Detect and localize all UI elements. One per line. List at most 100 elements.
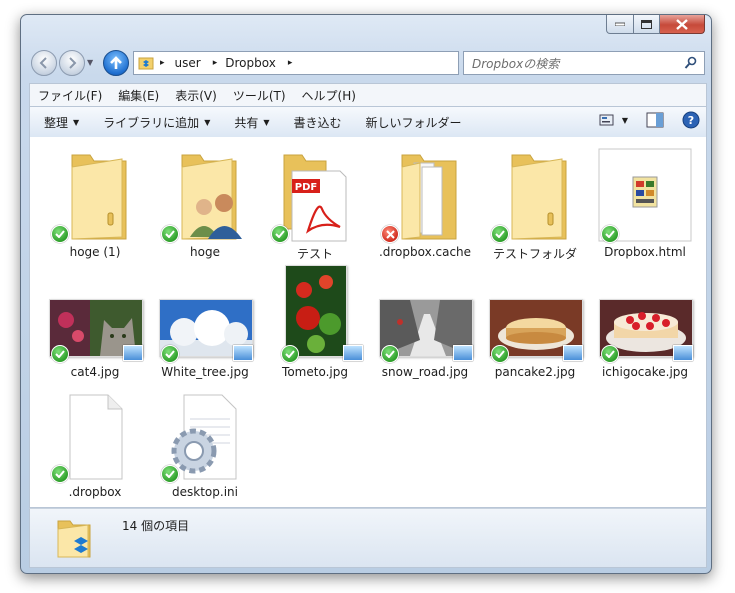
- svg-text:PDF: PDF: [295, 182, 317, 193]
- file-item[interactable]: desktop.ini: [150, 385, 260, 505]
- preview-pane-icon[interactable]: [646, 112, 664, 128]
- thumbnail: [595, 265, 695, 363]
- file-name: テストフォルダ: [492, 247, 577, 261]
- sync-ok-icon: [51, 345, 69, 363]
- breadcrumb-dropbox[interactable]: Dropbox: [225, 56, 276, 70]
- burn-button[interactable]: 書き込む: [286, 114, 350, 131]
- file-name: desktop.ini: [172, 485, 238, 499]
- file-name: テスト: [296, 247, 333, 261]
- forward-arrow-icon: [69, 57, 77, 69]
- dropbox-location-icon: [138, 57, 154, 70]
- help-icon[interactable]: ?: [682, 111, 700, 129]
- view-options-icon[interactable]: [598, 112, 616, 128]
- thumbnail: [375, 145, 475, 243]
- file-name: hoge (1): [69, 245, 121, 259]
- menu-tools[interactable]: ツール(T): [225, 87, 294, 104]
- share-button[interactable]: 共有 ▼: [226, 114, 277, 131]
- up-button[interactable]: [103, 50, 129, 76]
- file-item[interactable]: Dropbox.html: [590, 145, 700, 265]
- thumbnail: [155, 385, 255, 483]
- maximize-button[interactable]: [634, 15, 660, 34]
- svg-text:?: ?: [688, 114, 694, 127]
- close-button[interactable]: [660, 15, 705, 34]
- thumbnail: [375, 265, 475, 363]
- file-name: pancake2.jpg: [494, 365, 576, 379]
- sync-ok-icon: [161, 465, 179, 483]
- menu-help[interactable]: ヘルプ(H): [294, 87, 364, 104]
- breadcrumb-separator: ▸: [212, 58, 218, 68]
- file-item[interactable]: PDF テスト: [260, 145, 370, 265]
- dropdown-caret-icon: ▼: [204, 117, 211, 127]
- file-name: ichigocake.jpg: [601, 365, 689, 379]
- toolbar-right: ▼ ?: [598, 111, 700, 129]
- item-count: 14 個の項目: [122, 519, 190, 533]
- menu-bar: ファイル(F) 編集(E) 表示(V) ツール(T) ヘルプ(H): [29, 83, 707, 107]
- file-name: hoge: [190, 245, 220, 259]
- new-folder-button[interactable]: 新しいフォルダー: [358, 114, 470, 131]
- file-item[interactable]: ichigocake.jpg: [590, 265, 700, 385]
- sync-error-icon: [381, 225, 399, 243]
- dropbox-folder-icon: [57, 520, 91, 558]
- thumbnail: [485, 265, 585, 363]
- file-name: cat4.jpg: [70, 365, 120, 379]
- thumbnail: [45, 265, 145, 363]
- close-icon: [676, 18, 688, 30]
- include-library-label: ライブラリに追加: [103, 115, 200, 130]
- back-button[interactable]: [31, 50, 57, 76]
- menu-edit[interactable]: 編集(E): [110, 87, 167, 104]
- sync-ok-icon: [51, 465, 69, 483]
- image-type-icon: [233, 345, 253, 361]
- file-item[interactable]: hoge: [150, 145, 260, 265]
- include-library-button[interactable]: ライブラリに追加 ▼: [95, 114, 218, 131]
- sync-ok-icon: [601, 225, 619, 243]
- view-options-dropdown[interactable]: ▼: [622, 116, 628, 125]
- search-input[interactable]: Dropboxの検索: [472, 55, 559, 72]
- thumbnail: [485, 145, 585, 243]
- breadcrumb-user[interactable]: user: [175, 56, 201, 70]
- sync-ok-icon: [381, 345, 399, 363]
- file-name: snow_road.jpg: [381, 365, 469, 379]
- file-item[interactable]: hoge (1): [40, 145, 150, 265]
- back-arrow-icon: [39, 57, 47, 69]
- file-item[interactable]: .dropbox: [40, 385, 150, 505]
- file-item[interactable]: White_tree.jpg: [150, 265, 260, 385]
- image-type-icon: [123, 345, 143, 361]
- file-item[interactable]: Tometo.jpg: [260, 265, 370, 385]
- breadcrumb-separator: ▸: [287, 58, 293, 68]
- file-item[interactable]: cat4.jpg: [40, 265, 150, 385]
- thumbnail: [155, 265, 255, 363]
- sync-ok-icon: [491, 345, 509, 363]
- file-list-pane: hoge (1) hoge PDF テスト .dropbox.cache テスト…: [29, 137, 707, 508]
- search-icon[interactable]: [684, 56, 698, 70]
- recent-pages-dropdown[interactable]: ▼: [87, 58, 93, 67]
- file-item[interactable]: テストフォルダ: [480, 145, 590, 265]
- forward-button[interactable]: [59, 50, 85, 76]
- menu-view[interactable]: 表示(V): [167, 87, 225, 104]
- search-box[interactable]: Dropboxの検索: [463, 51, 705, 75]
- organize-label: 整理: [44, 115, 69, 130]
- address-bar[interactable]: ▸ user ▸ Dropbox ▸ ▼: [133, 51, 554, 75]
- file-item[interactable]: snow_road.jpg: [370, 265, 480, 385]
- sync-ok-icon: [161, 345, 179, 363]
- file-item[interactable]: pancake2.jpg: [480, 265, 590, 385]
- sync-ok-icon: [51, 225, 69, 243]
- caption-buttons: [606, 15, 705, 34]
- thumbnail: [155, 145, 255, 243]
- thumbnail: [595, 145, 695, 243]
- menu-file[interactable]: ファイル(F): [30, 87, 110, 104]
- sync-ok-icon: [271, 225, 289, 243]
- image-type-icon: [673, 345, 693, 361]
- organize-button[interactable]: 整理 ▼: [36, 114, 87, 131]
- minimize-button[interactable]: [606, 15, 634, 34]
- file-name: White_tree.jpg: [161, 365, 249, 379]
- sync-ok-icon: [161, 225, 179, 243]
- file-item[interactable]: .dropbox.cache: [370, 145, 480, 265]
- file-name: Dropbox.html: [604, 245, 686, 259]
- navigation-row: ▼ ▸ user ▸ Dropbox ▸ ▼ Dropboxの検索: [29, 49, 705, 76]
- thumbnail: PDF: [265, 145, 365, 243]
- sync-ok-icon: [281, 345, 299, 363]
- file-name: .dropbox.cache: [378, 245, 472, 259]
- dropdown-caret-icon: ▼: [263, 117, 270, 127]
- file-name: Tometo.jpg: [282, 365, 348, 379]
- image-type-icon: [343, 345, 363, 361]
